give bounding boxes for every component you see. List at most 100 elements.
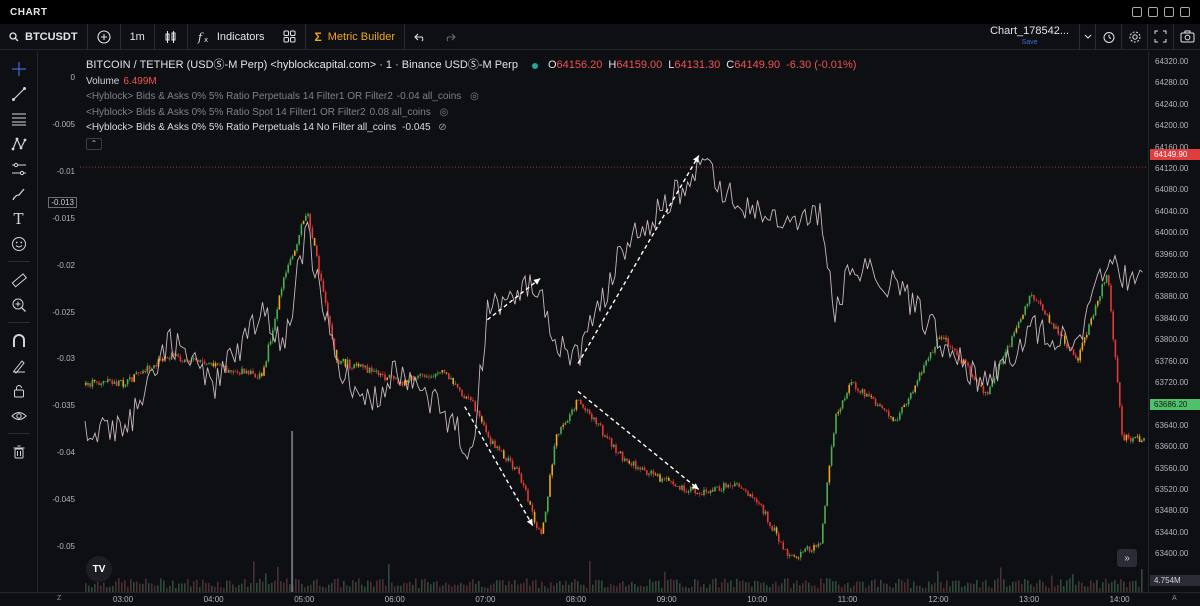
crosshair-tool[interactable] xyxy=(8,59,30,78)
left-axis-tick: -0.005 xyxy=(52,119,75,129)
left-axis-tick: -0.05 xyxy=(56,542,75,551)
tradingview-logo[interactable]: TV xyxy=(86,556,112,582)
annotation-arrow-line[interactable] xyxy=(464,406,534,526)
refresh-icon[interactable] xyxy=(1132,7,1142,17)
left-axis-tick: -0.02 xyxy=(56,260,75,270)
chart-name-menu[interactable]: Chart_178542... Save xyxy=(980,24,1080,49)
metric-builder-button[interactable]: Σ Metric Builder xyxy=(306,24,405,49)
candle-body xyxy=(635,461,637,469)
trendline-tool[interactable] xyxy=(8,84,30,103)
volume-bar xyxy=(526,578,528,592)
search-icon xyxy=(9,31,19,41)
visibility-tool[interactable] xyxy=(8,406,30,425)
indicators-button[interactable]: fx Indicators xyxy=(188,24,274,49)
volume-bar xyxy=(94,583,96,592)
candle-body xyxy=(802,551,804,553)
chart-type-button[interactable] xyxy=(155,24,188,49)
candle-body xyxy=(720,490,723,492)
undo-button[interactable] xyxy=(405,24,435,49)
candle-body xyxy=(313,237,316,246)
candle-body xyxy=(610,438,613,447)
popout-icon[interactable] xyxy=(1148,7,1158,17)
volume-legend-row[interactable]: Volume 6.499M xyxy=(86,74,862,90)
volume-bar xyxy=(955,580,957,592)
chevron-down-button[interactable] xyxy=(1080,24,1096,49)
pattern-tool[interactable] xyxy=(8,134,30,153)
remove-drawings-tool[interactable] xyxy=(8,442,30,461)
brush-tool[interactable] xyxy=(8,184,30,203)
volume-bar xyxy=(574,579,576,592)
candle-body xyxy=(450,377,452,380)
close-icon[interactable] xyxy=(1180,7,1190,17)
indicator-3-value: -0.045 xyxy=(402,122,431,133)
indicator-legend-row[interactable]: <Hyblock> Bids & Asks 0% 5% Ratio Perpet… xyxy=(86,120,862,136)
fullscreen-button[interactable] xyxy=(1148,24,1174,49)
left-price-axis[interactable]: -0.013 0 -0.005 -0.01 -0.015 -0.02 -0.025 -0.0… xyxy=(39,51,79,592)
zoom-tool[interactable] xyxy=(8,295,30,314)
volume-bar xyxy=(535,579,537,592)
volume-bar xyxy=(241,583,243,592)
candle-body xyxy=(188,360,190,363)
volume-bar xyxy=(478,581,480,592)
volume-bar xyxy=(217,581,219,592)
measure-tool[interactable] xyxy=(8,270,30,289)
candle-body xyxy=(1081,342,1084,350)
save-label[interactable]: Save xyxy=(1022,37,1038,48)
indicator-legend-row[interactable]: <Hyblock> Bids & Asks 0% 5% Ratio Spot 1… xyxy=(86,105,862,121)
minimize-icon[interactable] xyxy=(1164,7,1174,17)
candle-body xyxy=(489,437,492,445)
candle-body xyxy=(329,316,331,325)
time-axis[interactable]: Z A 03:00 04:00 05:00 06:00 07:00 08:00 09:00 1… xyxy=(0,592,1200,606)
candle-body xyxy=(551,464,553,476)
volume-bar xyxy=(196,579,198,592)
volume-bar xyxy=(1111,581,1113,592)
candle-body xyxy=(1044,310,1046,315)
candle-body xyxy=(1000,363,1002,365)
prediction-tool[interactable] xyxy=(8,159,30,178)
screenshot-button[interactable] xyxy=(1174,24,1200,49)
candle-body xyxy=(531,504,534,512)
text-tool[interactable]: T xyxy=(8,209,30,228)
candle-body xyxy=(1053,323,1055,329)
settings-button[interactable] xyxy=(1122,24,1148,49)
interval-button[interactable]: 1m xyxy=(121,24,155,49)
lock-drawing-tool[interactable] xyxy=(8,356,30,375)
volume-label: Volume xyxy=(86,75,120,87)
redo-button[interactable] xyxy=(435,24,465,49)
camera-icon xyxy=(1180,30,1194,43)
fib-tool[interactable] xyxy=(8,109,30,128)
symbol-search[interactable]: BTCUSDT xyxy=(0,24,88,49)
candle-body xyxy=(760,503,762,505)
emoji-tool[interactable] xyxy=(8,234,30,253)
volume-bar xyxy=(1027,580,1029,592)
symbol-legend-row[interactable]: BITCOIN / TETHER (USDⓈ-M Perp) <hyblockc… xyxy=(86,58,862,74)
right-price-axis[interactable]: 63400.00 63440.00 63480.00 63520.00 63560.00… xyxy=(1148,51,1200,592)
alert-button[interactable] xyxy=(1096,24,1122,49)
annotation-arrow-line[interactable] xyxy=(577,155,700,364)
auto-scale-button[interactable]: A xyxy=(1172,595,1177,602)
volume-bar xyxy=(232,584,234,592)
candle-body xyxy=(542,522,545,534)
volume-bar xyxy=(157,585,159,592)
eye-hidden-icon[interactable]: ◎ xyxy=(440,107,449,118)
candle-body xyxy=(668,477,670,481)
candle-body xyxy=(1119,382,1121,407)
magnet-tool[interactable] xyxy=(8,331,30,350)
candle-body xyxy=(518,467,520,474)
indicator-legend-row[interactable]: <Hyblock> Bids & Asks 0% 5% Ratio Perpet… xyxy=(86,89,862,105)
annotation-arrow-line[interactable] xyxy=(577,390,700,491)
candle-body xyxy=(498,446,501,451)
layouts-button[interactable] xyxy=(274,24,306,49)
candle-body xyxy=(850,382,853,385)
timezone-button[interactable]: Z xyxy=(57,595,61,602)
volume-bar xyxy=(1123,581,1125,592)
scroll-to-realtime-button[interactable]: » xyxy=(1117,549,1137,567)
candle-body xyxy=(747,491,749,496)
volume-bar xyxy=(820,578,822,592)
compare-button[interactable] xyxy=(88,24,121,49)
collapse-legend-button[interactable]: ⌃ xyxy=(86,137,102,150)
eye-hidden-icon[interactable]: ◎ xyxy=(470,91,479,102)
lock-tool[interactable] xyxy=(8,381,30,400)
volume-bar xyxy=(814,585,816,592)
volume-bar xyxy=(748,582,750,592)
